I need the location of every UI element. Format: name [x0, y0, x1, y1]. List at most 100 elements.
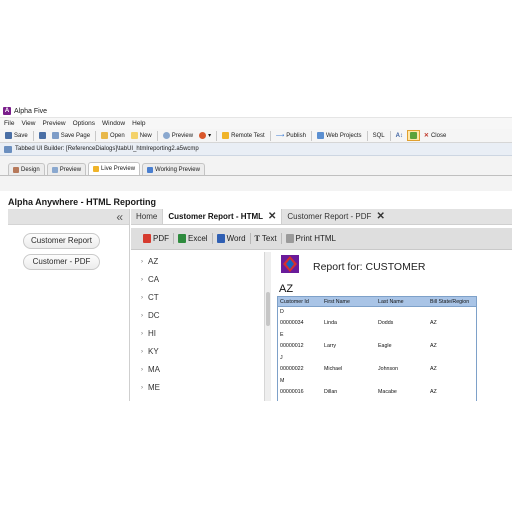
menu-window[interactable]: Window [102, 120, 125, 127]
close-tab-icon[interactable]: ✕ [268, 211, 276, 222]
toolbar-divider [269, 130, 271, 141]
toolbar-divider [249, 233, 251, 244]
toolbar-divider [310, 130, 312, 141]
table-cell: Eagle [378, 343, 392, 349]
tab-design[interactable]: Design [8, 163, 45, 175]
collapse-panel-button[interactable]: « [116, 210, 123, 224]
list-item[interactable]: › ME [141, 383, 160, 392]
page-title: Alpha Anywhere - HTML Reporting [8, 197, 157, 207]
remote-test-button[interactable]: Remote Test [220, 130, 267, 141]
open-button[interactable]: Open [99, 130, 127, 141]
chevron-right-icon: › [141, 258, 143, 265]
column-header: First Name [324, 299, 350, 305]
close-icon: ✕ [423, 133, 429, 139]
save-as-button[interactable] [37, 130, 48, 141]
arrow-right-icon: ⟶ [275, 133, 285, 139]
group-break: J [280, 355, 283, 361]
table-cell: 00000034 [280, 320, 304, 326]
chevron-right-icon: › [141, 312, 143, 319]
report-tabs: Home Customer Report - HTML ✕ Customer Re… [131, 209, 512, 225]
report-preview: Report for: CUSTOMER AZ Customer Id Firs… [277, 252, 512, 401]
live-preview-canvas: Alpha Anywhere - HTML Reporting « Custom… [0, 191, 512, 401]
list-item[interactable]: › AZ [141, 257, 158, 266]
tab-home[interactable]: Home [131, 209, 162, 224]
table-cell: AZ [430, 389, 437, 395]
report-table: Customer Id First Name Last Name Bill St… [277, 296, 477, 401]
splitter-scrollbar[interactable] [265, 252, 271, 401]
export-excel-button[interactable]: Excel [176, 233, 210, 245]
list-item[interactable]: › MA [141, 365, 160, 374]
toolbar-divider [156, 130, 158, 141]
publish-button[interactable]: ⟶ Publish [274, 130, 308, 141]
menu-options[interactable]: Options [73, 120, 95, 127]
close-button[interactable]: ✕ Close [422, 130, 448, 141]
close-tab-icon[interactable]: ✕ [376, 211, 384, 222]
report-title: Report for: CUSTOMER [313, 261, 426, 273]
list-item[interactable]: › CA [141, 275, 159, 284]
alpha-logo-icon [281, 255, 299, 273]
save-button[interactable]: Save [3, 130, 30, 141]
tab-customer-report-html[interactable]: Customer Report - HTML ✕ [162, 209, 283, 224]
group-header: AZ [279, 283, 294, 295]
chevron-down-icon: ▾ [208, 133, 212, 139]
tool-icon [409, 132, 417, 139]
toolbar-divider [389, 130, 391, 141]
table-cell: 00000016 [280, 389, 304, 395]
new-file-icon [130, 132, 138, 139]
export-pdf-button[interactable]: PDF [141, 233, 171, 245]
menu-file[interactable]: File [4, 120, 14, 127]
chevron-right-icon: › [141, 276, 143, 283]
toolbar-divider [211, 233, 213, 244]
toolbar-divider [32, 130, 34, 141]
save-page-icon [51, 132, 59, 139]
main-toolbar: Save Save Page Open New Preview ▾ Remote… [0, 129, 512, 143]
table-cell: Michael [324, 366, 343, 372]
menu-help[interactable]: Help [132, 120, 145, 127]
export-text-button[interactable]: T Text [253, 233, 279, 245]
window-title: Alpha Five [14, 107, 48, 115]
customer-report-button[interactable]: Customer Report [23, 233, 100, 249]
scrollbar-thumb[interactable] [266, 292, 270, 326]
tab-preview[interactable]: Preview [46, 163, 87, 175]
menu-preview[interactable]: Preview [42, 120, 65, 127]
table-cell: AZ [430, 366, 437, 372]
excel-icon [178, 234, 186, 243]
export-word-button[interactable]: Word [215, 233, 248, 245]
sql-button[interactable]: SQL [371, 130, 387, 141]
mode-tabs: Design Preview Live Preview Working Prev… [0, 161, 512, 176]
new-button[interactable]: New [129, 130, 154, 141]
tab-live-preview[interactable]: Live Preview [88, 162, 141, 175]
list-item[interactable]: › KY [141, 347, 159, 356]
customer-pdf-button[interactable]: Customer - PDF [23, 254, 100, 270]
save-page-button[interactable]: Save Page [50, 130, 92, 141]
table-cell: Dodds [378, 320, 394, 326]
alpha-five-app-icon: A [3, 107, 11, 115]
table-cell: AZ [430, 343, 437, 349]
lightning-icon [147, 166, 154, 173]
chevron-right-icon: › [141, 330, 143, 337]
table-cell: Johnson [378, 366, 399, 372]
chevron-right-icon: › [141, 384, 143, 391]
web-projects-button[interactable]: Web Projects [315, 130, 364, 141]
print-html-button[interactable]: Print HTML [284, 233, 338, 245]
lightning-icon [222, 132, 230, 139]
table-body: D 00000034 Linda Dodds AZ E 00000012 Lar… [278, 307, 476, 401]
group-break: E [280, 332, 284, 338]
toolbar-divider [366, 130, 368, 141]
table-cell: 00000012 [280, 343, 304, 349]
preview-button[interactable]: Preview [161, 130, 195, 141]
toolbar-divider [173, 233, 174, 244]
browser-dropdown[interactable]: ▾ [197, 130, 213, 141]
table-cell: Linda [324, 320, 337, 326]
list-item[interactable]: › DC [141, 311, 160, 320]
list-item[interactable]: › HI [141, 329, 156, 338]
menu-view[interactable]: View [21, 120, 35, 127]
highlighted-tool-button[interactable] [406, 130, 420, 141]
font-button[interactable]: A↕ [394, 130, 405, 141]
tab-working-preview[interactable]: Working Preview [142, 163, 205, 175]
column-header: Customer Id [280, 299, 309, 305]
table-header: Customer Id First Name Last Name Bill St… [278, 297, 476, 307]
document-titlebar: Tabbed UI Builder: [ReferenceDialogs]\ta… [0, 143, 512, 156]
list-item[interactable]: › CT [141, 293, 159, 302]
tab-customer-report-pdf[interactable]: Customer Report - PDF ✕ [282, 209, 389, 224]
